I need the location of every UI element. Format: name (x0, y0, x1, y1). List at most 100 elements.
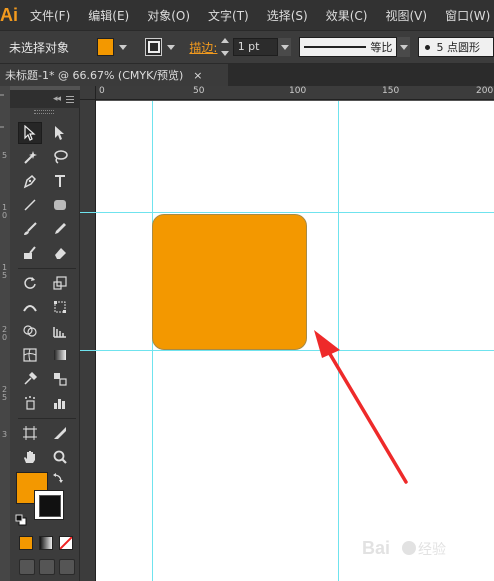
mesh-tool-icon[interactable] (18, 344, 42, 366)
symbol-sprayer-tool-icon[interactable] (18, 392, 42, 414)
scale-tool-icon[interactable] (48, 272, 72, 294)
eyedropper-tool-icon[interactable] (18, 368, 42, 390)
none-mode-button[interactable] (59, 536, 73, 550)
shape-builder-tool-icon[interactable] (18, 320, 42, 342)
tools-panel (10, 108, 80, 581)
free-transform-tool-icon[interactable] (48, 296, 72, 318)
menu-type[interactable]: 文字(T) (199, 7, 258, 24)
chevron-down-icon (399, 44, 408, 50)
ruler-label: 50 (193, 86, 205, 96)
left-panel-strip: 5 1 0 1 5 2 0 2 5 3 (0, 86, 10, 581)
variable-width-profile[interactable]: 等比 (299, 37, 398, 57)
slice-tool-icon[interactable] (48, 422, 72, 444)
tool-divider (18, 418, 76, 419)
baidu-watermark-logo: Bai 经验 (362, 538, 446, 558)
magic-wand-tool-icon[interactable] (18, 146, 42, 168)
document-tab-bar: 未标题-1* @ 66.67% (CMYK/预览) × (0, 64, 494, 86)
rounded-rectangle-tool-icon[interactable] (48, 194, 72, 216)
profile-label: 等比 (370, 41, 393, 54)
profile-dropdown[interactable] (397, 37, 411, 57)
svg-text:Bai: Bai (362, 538, 390, 558)
strip-mark (0, 94, 4, 96)
stepper-up-icon[interactable] (221, 38, 230, 43)
pencil-tool-icon[interactable] (48, 218, 72, 240)
stroke-dropdown-arrow-icon[interactable] (167, 44, 176, 50)
blend-tool-icon[interactable] (48, 368, 72, 390)
menu-select[interactable]: 选择(S) (258, 7, 317, 24)
width-tool-icon[interactable] (18, 296, 42, 318)
strip-mark (0, 126, 4, 128)
menu-effect[interactable]: 效果(C) (317, 7, 377, 24)
app-logo: Ai (0, 4, 18, 25)
color-mode-button[interactable] (19, 536, 33, 550)
line-segment-tool-icon[interactable] (18, 194, 42, 216)
horizontal-guide[interactable] (80, 350, 494, 351)
strip-digit: 5 (1, 271, 8, 280)
gradient-mode-button[interactable] (39, 536, 53, 550)
artboard-tool-icon[interactable] (18, 422, 42, 444)
column-graph-tool-icon[interactable] (48, 392, 72, 414)
fill-dropdown-arrow-icon[interactable] (119, 44, 128, 50)
ruler-label: 200 (476, 86, 494, 96)
horizontal-ruler[interactable]: 0 50 100 150 200 (96, 86, 494, 100)
stroke-weight-stepper[interactable] (219, 38, 230, 56)
swap-fill-stroke-icon[interactable] (52, 472, 64, 487)
eraser-tool-icon[interactable] (48, 242, 72, 264)
stroke-color-swatch[interactable] (145, 38, 163, 56)
strip-digit: 0 (1, 333, 8, 342)
paintbrush-tool-icon[interactable] (18, 218, 42, 240)
menu-view[interactable]: 视图(V) (376, 7, 436, 24)
panel-grip-icon[interactable] (34, 110, 54, 114)
blob-brush-tool-icon[interactable] (18, 242, 42, 264)
tool-divider (18, 268, 76, 269)
lasso-tool-icon[interactable] (48, 146, 72, 168)
default-fill-stroke-icon[interactable] (15, 514, 27, 526)
rotate-tool-icon[interactable] (18, 272, 42, 294)
ruler-origin[interactable] (80, 86, 96, 100)
stroke-label-link[interactable]: 描边: (189, 39, 217, 56)
stroke-weight-input[interactable]: 1 pt (232, 38, 279, 56)
menu-bar: Ai 文件(F) 编辑(E) 对象(O) 文字(T) 选择(S) 效果(C) 视… (0, 0, 494, 30)
profile-line-icon (304, 46, 367, 48)
strip-digit: 3 (1, 430, 8, 439)
menu-object[interactable]: 对象(O) (138, 7, 199, 24)
menu-file[interactable]: 文件(F) (18, 7, 79, 24)
rounded-rectangle-shape[interactable] (152, 214, 307, 350)
strip-digit: 5 (1, 151, 8, 160)
menu-edit[interactable]: 编辑(E) (79, 7, 138, 24)
brush-dot-icon (425, 44, 431, 50)
direct-selection-tool-icon[interactable] (48, 122, 72, 144)
vertical-ruler[interactable] (80, 100, 96, 581)
hand-tool-icon[interactable] (18, 446, 42, 468)
stepper-down-icon[interactable] (221, 51, 230, 56)
tools-panel-header[interactable]: ◂◂ (10, 90, 80, 108)
zoom-tool-icon[interactable] (48, 446, 72, 468)
draw-behind-button[interactable] (39, 559, 55, 575)
ruler-label: 100 (289, 86, 307, 96)
stroke-weight-dropdown[interactable] (278, 38, 292, 56)
selection-status-label: 未选择对象 (9, 40, 70, 55)
stroke-color-box[interactable] (34, 490, 64, 520)
svg-text:经验: 经验 (418, 542, 446, 558)
panel-menu-icon[interactable] (66, 95, 74, 103)
fill-color-swatch[interactable] (97, 38, 115, 56)
draw-normal-button[interactable] (19, 559, 35, 575)
control-bar: 未选择对象 描边: 1 pt 等比 5 点圆形 (0, 30, 494, 64)
document-tab[interactable]: 未标题-1* @ 66.67% (CMYK/预览) × (0, 64, 228, 86)
pen-tool-icon[interactable] (18, 170, 42, 192)
collapse-panel-icon[interactable]: ◂◂ (53, 94, 61, 104)
brush-definition[interactable]: 5 点圆形 (418, 37, 494, 57)
strip-digit: 0 (1, 211, 8, 220)
gradient-tool-icon[interactable] (48, 344, 72, 366)
horizontal-guide[interactable] (80, 212, 494, 213)
close-icon[interactable]: × (193, 69, 202, 82)
red-annotation-arrow-icon (314, 330, 408, 484)
ruler-label: 0 (99, 86, 105, 96)
selection-tool-icon[interactable] (18, 122, 42, 144)
ruler-label: 150 (382, 86, 400, 96)
draw-inside-button[interactable] (59, 559, 75, 575)
type-tool-icon[interactable] (48, 170, 72, 192)
perspective-grid-tool-icon[interactable] (48, 320, 72, 342)
strip-digit: 5 (1, 393, 8, 402)
menu-window[interactable]: 窗口(W) (436, 7, 494, 24)
